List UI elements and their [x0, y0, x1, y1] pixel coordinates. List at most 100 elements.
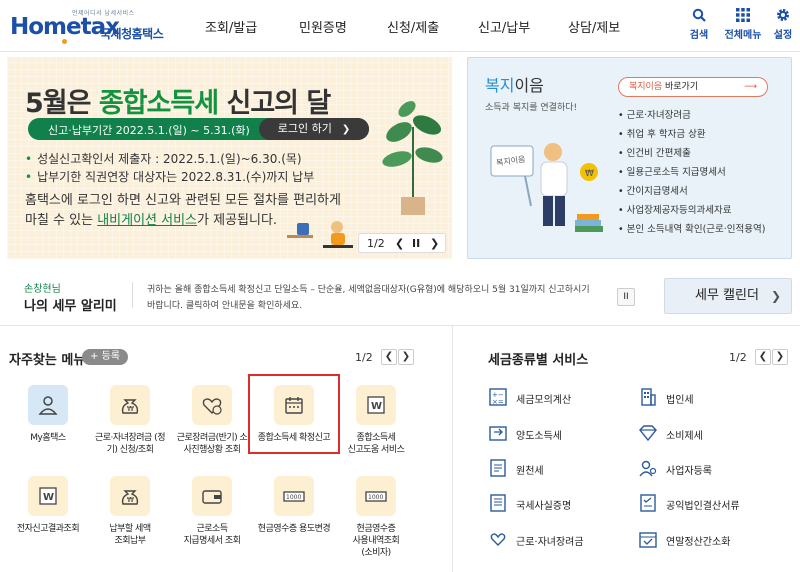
tile-label: 납부할 세액 조회납부	[86, 523, 174, 547]
add-favorite-button[interactable]: + 등록	[82, 349, 128, 365]
user-name: 손창현님	[24, 284, 61, 295]
tax-alert-title: 나의 세무 알리미	[24, 299, 117, 314]
svg-text:×=: ×=	[492, 398, 504, 406]
tile-receipt-usage-change[interactable]: 1000 현금영수증 용도변경	[250, 476, 338, 535]
certificate-icon	[490, 494, 506, 512]
banner-next-button[interactable]: ❯	[430, 237, 439, 250]
tile-wage-statement[interactable]: 근로소득 지급명세서 조회	[168, 476, 256, 547]
tile-icon-box: ₩	[110, 476, 150, 516]
nav-item-inquiry[interactable]: 조회/발급	[205, 17, 257, 36]
service-label: 법인세	[666, 395, 694, 406]
tax-calendar-button[interactable]: 세무 캘린더 ❯	[664, 278, 792, 314]
tile-filing-help-service[interactable]: W 종합소득세 신고도움 서비스	[332, 385, 420, 456]
alert-pause-button[interactable]: II	[617, 288, 635, 306]
tax-services-next-button[interactable]: ❯	[772, 349, 788, 365]
tile-label-line: 현금영수증	[356, 524, 396, 534]
nav-item-certificates[interactable]: 민원증명	[299, 17, 347, 36]
tile-label-line: 종합소득세	[356, 433, 396, 443]
banner-pause-button[interactable]: II	[412, 237, 420, 250]
welfare-list-item[interactable]: 취업 후 학자금 상환	[618, 125, 765, 144]
column-divider	[452, 325, 453, 572]
tile-label: 현금영수증 사용내역조회 (소비자)	[332, 523, 420, 559]
tax-services-prev-button[interactable]: ❮	[755, 349, 771, 365]
all-menu-label: 전체메뉴	[724, 30, 762, 41]
building-icon	[641, 388, 656, 406]
tile-receipt-usage-history[interactable]: 1000 현금영수증 사용내역조회 (소비자)	[332, 476, 420, 559]
banner-login-label: 로그인 하기	[277, 122, 332, 135]
tile-label-line: 조회납부	[114, 536, 146, 546]
plant-illustration	[382, 101, 443, 215]
banner-bullet: 납부기한 직권연장 대상자는 2022.8.31.(수)까지 납부	[25, 168, 314, 185]
hometax-logo[interactable]: 언제어디서 납세서비스 Hometax 국세청홈택스	[10, 8, 164, 44]
gear-icon	[777, 9, 789, 21]
all-menu-button[interactable]: 전체메뉴	[722, 8, 764, 41]
welfare-list-item[interactable]: 근로·자녀장려금	[618, 106, 765, 125]
coin-icon: ₩	[585, 169, 594, 179]
chevron-right-icon: ❯	[341, 124, 351, 135]
welfare-shortcut-button[interactable]: 복지이음 바로가기 ⟶	[618, 77, 768, 97]
banner-bullet: 성실신고확인서 제출자 : 2022.5.1.(일)~6.30.(목)	[25, 150, 302, 167]
nav-item-filing[interactable]: 신고/납부	[478, 17, 530, 36]
welfare-list-item[interactable]: 간이지급명세서	[618, 182, 765, 201]
shortcut-label-red: 복지이음	[629, 82, 663, 92]
tile-icon-box: 1000	[356, 476, 396, 516]
heart-hands-icon	[490, 533, 506, 546]
logo-subtitle: 국세청홈택스	[100, 27, 164, 41]
tile-icon-box: W	[356, 385, 396, 425]
welfare-list-item[interactable]: 인건비 간편제출	[618, 144, 765, 163]
favorites-title: 자주찾는 메뉴	[9, 353, 86, 368]
navigation-service-link[interactable]: 내비게이션 서비스	[97, 213, 197, 228]
selected-tile-highlight	[248, 374, 340, 454]
tile-e-filing-result[interactable]: W 전자신고결과조회	[4, 476, 92, 535]
tile-tax-payment[interactable]: ₩ 납부할 세액 조회납부	[86, 476, 174, 547]
tile-label-line: 사용내역조회	[352, 536, 400, 546]
tile-icon-box: ₩	[110, 385, 150, 425]
promo-title-rest: 이음	[514, 76, 544, 95]
person-magnifier-icon	[639, 460, 657, 477]
settings-button[interactable]: 설정	[766, 8, 800, 41]
tile-label: 현금영수증 용도변경	[257, 524, 331, 534]
welfare-list-item[interactable]: 사업장제공자등의과세자료	[618, 201, 765, 220]
welfare-item-list: 근로·자녀장려금 취업 후 학자금 상환 인건비 간편제출 일용근로소득 지급명…	[618, 106, 766, 239]
tile-half-year-credit[interactable]: 근로장려금(반기) 소 사진행상황 조회	[168, 385, 256, 456]
tile-label-line: 사진행상황 조회	[183, 445, 241, 455]
service-label: 연말정산간소화	[666, 537, 731, 548]
tile-my-hometax[interactable]: My홈택스	[4, 385, 92, 444]
chevron-right-icon: ❯	[770, 289, 781, 303]
tile-label: 근로소득 지급명세서 조회	[168, 523, 256, 547]
tile-icon-box: W	[28, 476, 68, 516]
receipt-icon: 1000	[365, 491, 387, 502]
welfare-list-item[interactable]: 본인 소득내역 확인(근로·인적용역)	[618, 220, 766, 239]
tile-icon-box: 1000	[274, 476, 314, 516]
tile-earned-income-credit[interactable]: ₩ 근로·자녀장려금 (정기) 신청/조회	[86, 385, 174, 456]
search-button[interactable]: 검색	[682, 8, 716, 41]
transfer-document-icon	[489, 426, 507, 441]
settings-label: 설정	[773, 30, 793, 41]
tax-alert-bar[interactable]: 손창현님 나의 세무 알리미 귀하는 올해 종합소득세 확정신고 단일소득 – …	[7, 276, 792, 316]
heart-document-icon	[202, 398, 222, 415]
desk-illustration	[287, 221, 353, 248]
banner-slide-control: 1/2 ❮ II ❯	[358, 233, 446, 253]
wallet-icon	[202, 490, 222, 504]
nav-item-application[interactable]: 신청/제출	[387, 17, 439, 36]
banner-page-indicator: 1/2	[367, 237, 385, 250]
banner-prev-button[interactable]: ❮	[395, 237, 404, 250]
service-label: 양도소득세	[516, 431, 562, 442]
favorites-next-button[interactable]: ❯	[398, 349, 414, 365]
main-banner[interactable]: 5월은 종합소득세 신고의 달 신고·납부기간 2022.5.1.(일) ~ 5…	[7, 57, 452, 259]
banner-description: 홈택스에 로그인 하면 신고와 관련된 모든 절차를 편리하게	[25, 193, 341, 208]
nav-item-consult[interactable]: 상담/제보	[568, 17, 620, 36]
promo-title: 복지이음	[485, 72, 544, 96]
welfare-promo-panel[interactable]: 복지이음 소득과 복지를 연결하다! 복지이음 바로가기 ⟶ 근로·자녀장려금 취…	[467, 57, 792, 259]
search-icon	[692, 8, 706, 22]
filing-period-text: 신고·납부기간 2022.5.1.(일) ~ 5.31.(화)	[48, 124, 250, 137]
arrow-right-icon: ⟶	[744, 82, 757, 92]
header: 언제어디서 납세서비스 Hometax 국세청홈택스 조회/발급 민원증명 신청…	[0, 0, 800, 52]
tile-label-line: 근로·자녀장려금 (정	[95, 433, 165, 443]
welfare-list-item[interactable]: 일용근로소득 지급명세서	[618, 163, 765, 182]
tax-alert-message[interactable]: 귀하는 올해 종합소득세 확정신고 단일소득 – 단순율, 세액없음대상자(G유…	[147, 282, 590, 314]
tile-label-line: 기) 신청/조회	[106, 445, 154, 455]
favorites-prev-button[interactable]: ❮	[381, 349, 397, 365]
section-divider	[0, 325, 800, 326]
banner-login-button[interactable]: 로그인 하기 ❯	[259, 118, 369, 140]
